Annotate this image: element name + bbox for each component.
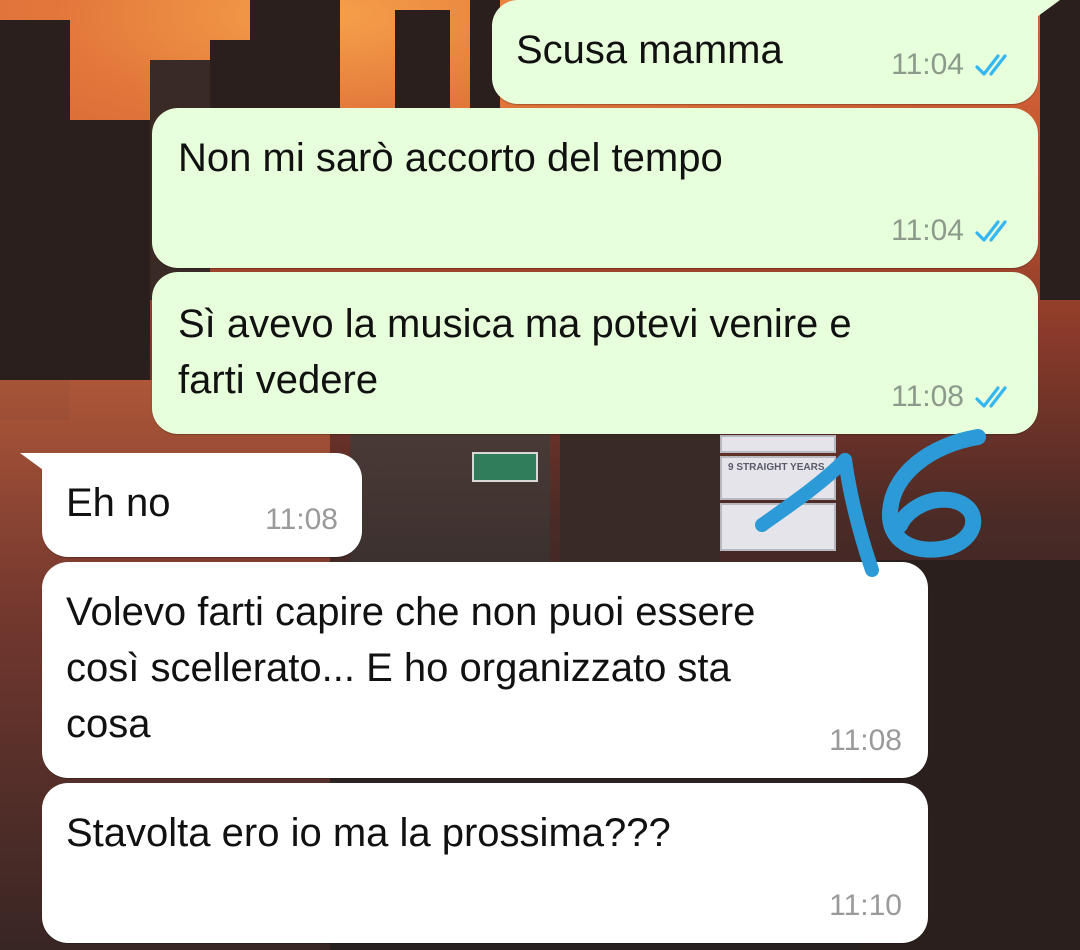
message-bubble-incoming[interactable]: Volevo farti capire che non puoi essere …	[42, 562, 928, 778]
bubble-tail	[20, 453, 50, 475]
message-text: Scusa mamma	[516, 28, 783, 72]
message-text: Stavolta ero io ma la prossima???	[66, 811, 671, 855]
building	[1040, 0, 1080, 300]
message-meta: 11:10	[829, 889, 902, 923]
message-meta: 11:08	[265, 503, 338, 537]
message-bubble-outgoing[interactable]: Scusa mamma 11:04	[492, 0, 1060, 104]
message-meta: 11:08	[891, 380, 1018, 414]
double-check-icon	[975, 220, 1007, 242]
message-time: 11:08	[265, 503, 338, 536]
message-time: 11:04	[891, 48, 964, 81]
bubble-tail	[1030, 0, 1060, 22]
message-text: Eh no	[66, 481, 171, 525]
message-text: Non mi sarò accorto del tempo	[178, 136, 723, 180]
building	[60, 120, 150, 380]
message-meta: 11:08	[829, 724, 902, 758]
message-bubble-incoming[interactable]: Eh no 11:08	[20, 453, 362, 557]
message-time: 11:04	[891, 214, 964, 247]
message-time: 11:08	[829, 724, 902, 757]
handwritten-annotation	[755, 429, 986, 577]
message-time: 11:10	[829, 889, 902, 922]
message-meta: 11:04	[891, 48, 1018, 82]
double-check-icon	[975, 386, 1007, 408]
message-text: Volevo farti capire che non puoi essere …	[66, 590, 756, 746]
message-meta: 11:04	[891, 214, 1018, 248]
message-bubble-outgoing[interactable]: Non mi sarò accorto del tempo 11:04	[152, 108, 1038, 268]
message-bubble-outgoing[interactable]: Sì avevo la musica ma potevi venire e fa…	[152, 272, 1038, 434]
message-time: 11:08	[891, 380, 964, 413]
message-text: Sì avevo la musica ma potevi venire e fa…	[178, 302, 852, 402]
double-check-icon	[975, 54, 1007, 76]
building	[560, 430, 720, 580]
building	[395, 10, 450, 110]
road	[350, 430, 550, 570]
highway-sign	[472, 452, 538, 482]
message-bubble-incoming[interactable]: Stavolta ero io ma la prossima??? 11:10	[42, 783, 928, 943]
